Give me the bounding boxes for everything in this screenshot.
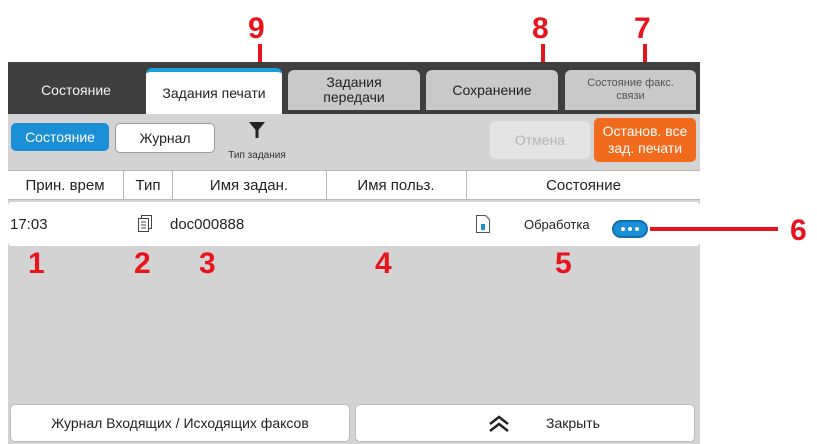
row-user-name [324, 202, 464, 246]
tab-print-jobs[interactable]: Задания печати [146, 68, 282, 114]
table-header: Прин. врем Тип Имя задан. Имя польз. Сос… [8, 170, 700, 200]
processing-document-icon [476, 215, 490, 233]
col-received-time[interactable]: Прин. врем [8, 171, 122, 199]
funnel-icon [249, 122, 265, 138]
job-type-label: Тип задания [228, 150, 286, 161]
col-status[interactable]: Состояние [467, 171, 700, 199]
callout-7: 7 [634, 12, 651, 45]
double-chevron-up-icon [489, 415, 509, 432]
close-label: Закрыть [546, 415, 600, 431]
close-button[interactable]: Закрыть [355, 404, 695, 442]
cancel-button[interactable]: Отмена [490, 121, 590, 159]
tab-status[interactable]: Состояние [14, 70, 138, 110]
dot-icon [621, 227, 625, 231]
dot-icon [635, 227, 639, 231]
col-user-name[interactable]: Имя польз. [327, 171, 465, 199]
row-job-name: doc000888 [170, 215, 245, 233]
row-time: 17:03 [10, 215, 48, 233]
log-button[interactable]: Журнал [115, 123, 215, 153]
table-row[interactable]: 17:03 doc000888 Обработка [8, 202, 700, 246]
callout-6: 6 [790, 214, 807, 247]
tab-fax-status[interactable]: Состояние факс. связи [565, 70, 696, 110]
status-button[interactable]: Состояние [11, 123, 109, 151]
col-job-name[interactable]: Имя задан. [173, 171, 325, 199]
dot-icon [628, 227, 632, 231]
callout-2: 2 [134, 247, 151, 280]
col-type[interactable]: Тип [124, 171, 172, 199]
callout-4: 4 [375, 247, 392, 280]
callout-9: 9 [248, 12, 265, 45]
callout-8: 8 [532, 12, 549, 45]
tab-send-jobs[interactable]: Задания передачи [288, 70, 420, 110]
callout-1: 1 [28, 247, 45, 280]
stop-all-print-jobs-button[interactable]: Останов. все зад. печати [594, 118, 696, 162]
details-button[interactable] [612, 220, 648, 238]
copy-job-icon [138, 215, 152, 232]
job-type-filter-button[interactable]: Тип задания [222, 120, 292, 164]
callout-3: 3 [199, 247, 216, 280]
row-status: Обработка [524, 216, 590, 232]
callout-5: 5 [555, 247, 572, 280]
tab-storage[interactable]: Сохранение [426, 70, 558, 110]
fax-log-button[interactable]: Журнал Входящих / Исходящих факсов [10, 404, 350, 442]
callout-6-line [650, 227, 778, 231]
